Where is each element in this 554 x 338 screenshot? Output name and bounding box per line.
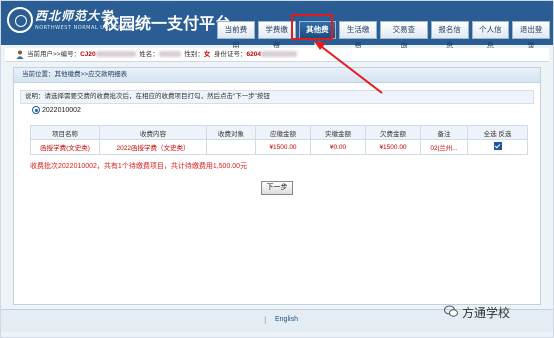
col-select-all[interactable]: 全选 反选 (467, 125, 528, 140)
col-target: 收费对象 (206, 125, 256, 140)
platform-title: 校园统一支付平台 (103, 16, 232, 33)
row-checkbox[interactable] (493, 142, 502, 150)
batch-option-label: 2022010002 (42, 106, 81, 114)
breadcrumb: 当前位置：其他缴费>>应交款明细表 (14, 68, 540, 83)
batch-radio[interactable]: 2022010002 (32, 106, 81, 114)
watermark-text: 方通学校 (462, 306, 511, 320)
university-seal-icon (7, 7, 33, 33)
current-user-label: 当前用户>>编号： (27, 51, 81, 58)
nav-logout[interactable]: 退出登录 (512, 21, 550, 50)
user-icon (16, 50, 24, 59)
gender-label: 性别： (184, 51, 204, 58)
col-remark: 备注 (420, 125, 468, 140)
cell-owed: ¥1500.00 (365, 139, 421, 155)
cell-remark: 02|兰州... (420, 139, 468, 155)
col-due: 应缴金额 (255, 125, 311, 140)
name-label: 姓名： (139, 51, 159, 58)
cell-due: ¥1500.00 (255, 139, 311, 155)
footer-separator: | (264, 316, 267, 324)
nav-registration-info[interactable]: 报名信息 (430, 21, 469, 50)
redacted-id-number (260, 51, 297, 58)
id-number: 6204 (246, 51, 261, 58)
header-bar: 西北师范大学 NORTHWEST NORMAL UNIVERSITY 校园统一支… (1, 1, 553, 50)
col-project: 项目名称 (30, 125, 100, 140)
fee-table: 项目名称 收费内容 收费对象 应缴金额 实缴金额 欠费金额 备注 全选 反选 函… (30, 125, 528, 155)
redacted-name (158, 51, 181, 58)
cell-paid: ¥0.00 (310, 139, 366, 155)
cell-content: 2022函授学费（文史类） (99, 139, 207, 155)
app-frame: 西北师范大学 NORTHWEST NORMAL UNIVERSITY 校园统一支… (0, 0, 554, 338)
table-row: 函授学费(文史类) 2022函授学费（文史类） ¥1500.00 ¥0.00 ¥… (30, 139, 528, 155)
nav-personal-info[interactable]: 个人信息 (471, 21, 510, 50)
nav-current-fees[interactable]: 当前费用 (217, 21, 255, 50)
main-nav: 当前费用 学费缴费 其他费用 生活缴费 交易查询 报名信息 个人信息 退出登录 (217, 21, 553, 50)
col-content: 收费内容 (99, 125, 207, 140)
col-paid: 实缴金额 (310, 125, 366, 140)
next-step-button[interactable]: 下一步 (261, 181, 293, 195)
col-owed: 欠费金额 (365, 125, 421, 140)
nav-transaction-query[interactable]: 交易查询 (380, 21, 428, 50)
batch-summary: 收费批次2022010002，共有1个待缴费项目，共计待缴费用1,500.00元 (30, 163, 248, 170)
main-panel: 当前位置：其他缴费>>应交款明细表 说明：请选择需要交费的收费批次后，在相应的收… (13, 67, 541, 305)
english-link[interactable]: English (275, 316, 298, 323)
instruction-note: 说明：请选择需要交费的收费批次后，在相应的收费项目打勾，然后点击“下一步”按钮 (20, 90, 534, 104)
nav-tuition[interactable]: 学费缴费 (257, 21, 296, 50)
user-info-bar: 当前用户>>编号：CJ20 姓名： 性别：女 身份证号：6204 (5, 48, 549, 62)
gender-value: 女 (203, 51, 211, 58)
wechat-icon (444, 305, 458, 317)
cell-target (206, 139, 256, 155)
redacted-user-id (95, 51, 136, 58)
logo-text: 西北师范大学 (35, 9, 114, 23)
table-header-row: 项目名称 收费内容 收费对象 应缴金额 实缴金额 欠费金额 备注 全选 反选 (30, 125, 528, 140)
cell-project: 函授学费(文史类) (30, 139, 100, 155)
highlight-box (291, 14, 333, 40)
nav-living-fees[interactable]: 生活缴费 (339, 21, 377, 50)
radio-selected-icon[interactable] (32, 106, 40, 114)
user-info-text: 当前用户>>编号：CJ20 姓名： 性别：女 身份证号：6204 (27, 48, 297, 61)
id-label: 身份证号： (214, 51, 247, 58)
user-id: CJ20 (80, 51, 96, 58)
cell-select (467, 139, 528, 155)
